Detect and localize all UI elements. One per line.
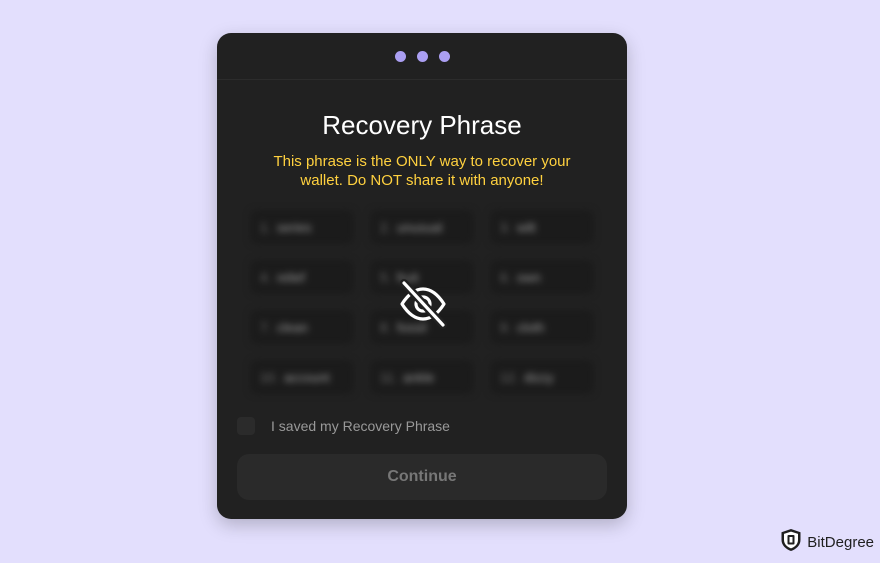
brand-name: BitDegree <box>807 534 874 551</box>
bitdegree-shield-logo <box>780 528 802 557</box>
page-title: Recovery Phrase <box>322 110 522 140</box>
saved-phrase-checkbox[interactable] <box>237 417 255 435</box>
confirm-row[interactable]: I saved my Recovery Phrase <box>237 417 450 435</box>
warning-text: This phrase is the ONLY way to recover y… <box>247 152 597 190</box>
phrase-word: 12. dizzy <box>490 360 594 394</box>
header: Recovery Phrase <box>217 110 627 141</box>
phrase-word: 10. account <box>250 360 354 394</box>
window-dot <box>394 50 406 62</box>
phrase-word: 11. ankle <box>370 360 474 394</box>
window-dot <box>416 50 428 62</box>
phrase-word: 4. relief <box>250 260 354 294</box>
phrase-word: 2. unusual <box>370 210 474 244</box>
phrase-word: 7. clean <box>250 310 354 344</box>
phrase-word: 6. own <box>490 260 594 294</box>
phrase-word: 9. cloth <box>490 310 594 344</box>
window-titlebar <box>217 33 627 80</box>
warning-line: wallet. Do NOT share it with anyone! <box>300 172 544 189</box>
phrase-word: 1. series <box>250 210 354 244</box>
phrase-word: 3. wilt <box>490 210 594 244</box>
brand-watermark: BitDegree <box>780 528 874 557</box>
saved-phrase-label[interactable]: I saved my Recovery Phrase <box>271 418 450 434</box>
eye-slash-icon[interactable] <box>397 278 449 330</box>
continue-button[interactable]: Continue <box>237 454 607 500</box>
warning-line: This phrase is the ONLY way to recover y… <box>273 153 571 170</box>
window-dot <box>438 50 450 62</box>
recovery-phrase-window: Recovery Phrase This phrase is the ONLY … <box>217 33 627 519</box>
